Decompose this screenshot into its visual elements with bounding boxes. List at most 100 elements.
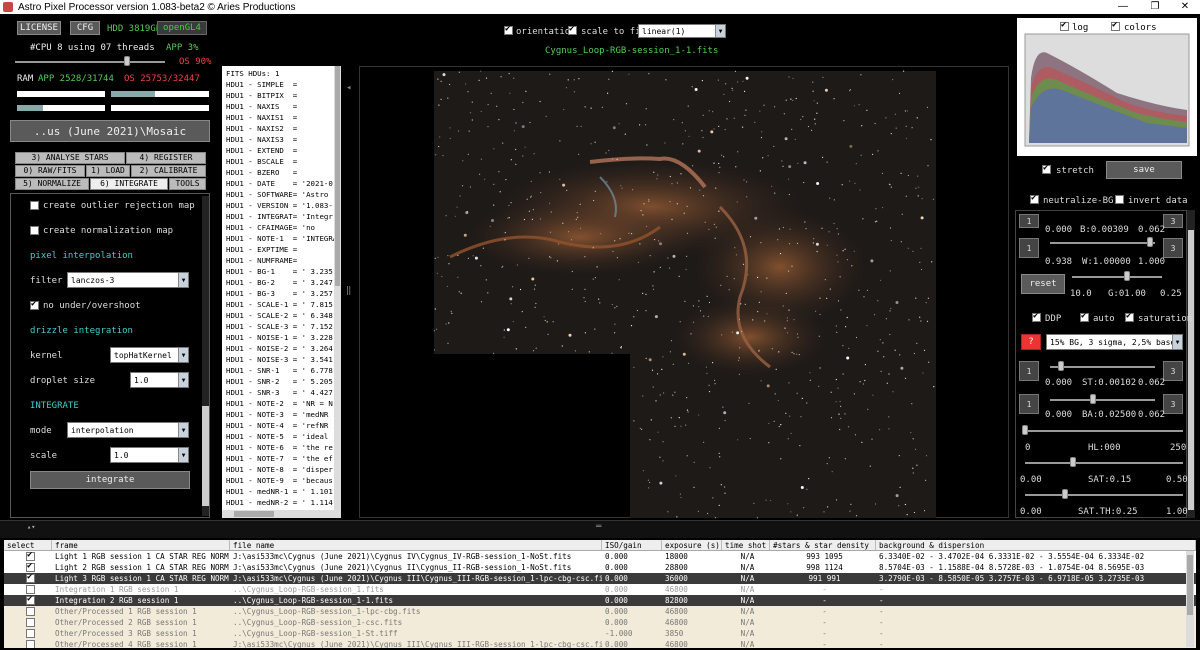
- kernel-select[interactable]: topHatKernel ▼: [110, 347, 189, 363]
- g-slider-track[interactable]: [1072, 276, 1162, 278]
- table-row[interactable]: Other/Processed 4 RGB session 1 J:\asi533…: [4, 639, 1196, 648]
- table-row[interactable]: Integration 2 RGB session 1 ..\Cygnus_Loo…: [4, 595, 1196, 606]
- row-select-checkbox[interactable]: [26, 607, 35, 616]
- no-overshoot-checkbox[interactable]: [30, 299, 39, 310]
- w-step-right-button[interactable]: 3: [1163, 238, 1183, 258]
- mode-select[interactable]: interpolation ▼: [67, 422, 189, 438]
- ba-slider-knob[interactable]: [1090, 394, 1096, 404]
- tab-raw-fits[interactable]: 0) RAW/FITS: [15, 165, 85, 177]
- tab-normalize[interactable]: 5) NORMALIZE: [15, 178, 89, 190]
- w-slider-knob[interactable]: [1147, 237, 1153, 247]
- log-checkbox[interactable]: [1060, 20, 1069, 31]
- row-select-checkbox[interactable]: [26, 640, 35, 648]
- table-row[interactable]: Other/Processed 1 RGB session 1 ..\Cygnus…: [4, 606, 1196, 617]
- column-header[interactable]: exposure (s): [662, 540, 722, 550]
- orientation-checkbox[interactable]: [504, 24, 513, 35]
- minimize-button[interactable]: —: [1108, 0, 1138, 14]
- cfg-button[interactable]: CFG: [70, 21, 100, 35]
- help-button[interactable]: ?: [1021, 334, 1041, 350]
- colors-checkbox[interactable]: [1111, 20, 1120, 31]
- scale-to-fit-checkbox[interactable]: [568, 24, 577, 35]
- row-select-checkbox[interactable]: [26, 573, 35, 583]
- splitter-handle[interactable]: ‖: [346, 286, 351, 296]
- integrate-button[interactable]: integrate: [30, 471, 190, 489]
- table-row[interactable]: Integration 1 RGB session 1 ..\Cygnus_Loo…: [4, 584, 1196, 595]
- row-select-checkbox[interactable]: [26, 629, 35, 638]
- table-row[interactable]: Other/Processed 3 RGB session 1 ..\Cygnus…: [4, 628, 1196, 639]
- opengl-button[interactable]: openGL4: [157, 21, 207, 35]
- b-step-left-button[interactable]: 1: [1019, 214, 1039, 228]
- column-header[interactable]: ISO/gain: [602, 540, 662, 550]
- st-step-left-button[interactable]: 1: [1019, 361, 1039, 381]
- frame-list-scrollbar[interactable]: [1186, 551, 1194, 647]
- fits-header-scrollbar[interactable]: [334, 66, 341, 518]
- row-select-checkbox[interactable]: [26, 595, 35, 605]
- right-panel-scrollbar[interactable]: [1187, 210, 1195, 518]
- row-select-checkbox[interactable]: [26, 562, 35, 572]
- table-row[interactable]: Other/Processed 2 RGB session 1 ..\Cygnus…: [4, 617, 1196, 628]
- scale-select[interactable]: 1.0 ▼: [110, 447, 189, 463]
- column-header[interactable]: #stars & star density: [770, 540, 876, 550]
- collapse-toggle-icon[interactable]: ▴▾: [27, 523, 35, 531]
- row-select-checkbox[interactable]: [26, 551, 35, 561]
- tab-load[interactable]: 1) LOAD: [86, 165, 130, 177]
- tab-register[interactable]: 4) REGISTER: [126, 152, 206, 164]
- column-header[interactable]: file name: [230, 540, 602, 550]
- st-slider-knob[interactable]: [1058, 361, 1064, 371]
- save-button[interactable]: save: [1106, 161, 1182, 179]
- sat-threshold-slider-knob[interactable]: [1062, 489, 1068, 499]
- threads-slider-knob[interactable]: [124, 56, 130, 66]
- g-slider-knob[interactable]: [1124, 271, 1130, 281]
- ba-slider-track[interactable]: [1050, 399, 1155, 401]
- tab-integrate[interactable]: 6) INTEGRATE: [90, 178, 168, 190]
- outlier-map-checkbox[interactable]: [30, 201, 39, 210]
- table-row[interactable]: Light 2 RGB session 1 CA STAR REG NORM J:…: [4, 562, 1196, 573]
- reset-button[interactable]: reset: [1021, 274, 1065, 294]
- maximize-button[interactable]: ❐: [1140, 0, 1170, 14]
- normalization-map-checkbox[interactable]: [30, 226, 39, 235]
- sat-threshold-slider-track[interactable]: [1025, 494, 1183, 496]
- row-select-checkbox[interactable]: [26, 585, 35, 594]
- tab-analyse-stars[interactable]: 3) ANALYSE STARS: [15, 152, 125, 164]
- hl-slider-knob[interactable]: [1022, 425, 1028, 435]
- column-header[interactable]: select: [4, 540, 52, 550]
- auto-checkbox[interactable]: [1080, 311, 1089, 322]
- stretch-select[interactable]: linear(1) ▼: [638, 24, 726, 38]
- row-select-checkbox[interactable]: [26, 618, 35, 627]
- working-directory-button[interactable]: ..us (June 2021)\Mosaic: [10, 120, 210, 142]
- filter-select[interactable]: lanczos-3 ▼: [67, 272, 189, 288]
- ddp-preset-select[interactable]: 15% BG, 3 sigma, 2,5% base ▼: [1046, 334, 1183, 350]
- droplet-size-select[interactable]: 1.0 ▼: [130, 372, 189, 388]
- st-step-right-button[interactable]: 3: [1163, 361, 1183, 381]
- st-slider-track[interactable]: [1050, 366, 1155, 368]
- ba-step-left-button[interactable]: 1: [1019, 394, 1039, 414]
- table-row[interactable]: Light 1 RGB session 1 CA STAR REG NORM J:…: [4, 551, 1196, 562]
- close-button[interactable]: ✕: [1170, 0, 1200, 14]
- splitter-grip-icon[interactable]: ═: [596, 522, 601, 532]
- integrate-panel-scrollbar[interactable]: [202, 196, 209, 516]
- column-header[interactable]: frame: [52, 540, 230, 550]
- fits-header-hscrollbar[interactable]: [222, 510, 334, 518]
- w-slider-track[interactable]: [1050, 242, 1155, 244]
- column-header[interactable]: background & dispersion: [876, 540, 1196, 550]
- w-step-left-button[interactable]: 1: [1019, 238, 1039, 258]
- image-viewer[interactable]: [359, 66, 1009, 519]
- collapse-left-icon[interactable]: ◂: [346, 83, 351, 93]
- invert-data-checkbox[interactable]: [1115, 195, 1124, 204]
- sat-slider-knob[interactable]: [1070, 457, 1076, 467]
- license-button[interactable]: LICENSE: [17, 21, 61, 35]
- saturation-checkbox[interactable]: [1125, 311, 1134, 322]
- ddp-checkbox[interactable]: [1032, 311, 1041, 322]
- column-header[interactable]: time shot: [722, 540, 770, 550]
- sat-slider-track[interactable]: [1025, 462, 1183, 464]
- stars-cell: -: [822, 585, 827, 594]
- tab-tools[interactable]: TOOLS: [169, 178, 206, 190]
- b-step-right-button[interactable]: 3: [1163, 214, 1183, 228]
- neutralize-bg-checkbox[interactable]: [1030, 193, 1039, 204]
- table-row[interactable]: Light 3 RGB session 1 CA STAR REG NORM J:…: [4, 573, 1196, 584]
- threads-slider-track[interactable]: [15, 61, 165, 63]
- ba-step-right-button[interactable]: 3: [1163, 394, 1183, 414]
- stretch-checkbox[interactable]: [1042, 163, 1051, 174]
- hl-slider-track[interactable]: [1025, 430, 1183, 432]
- tab-calibrate[interactable]: 2) CALIBRATE: [131, 165, 206, 177]
